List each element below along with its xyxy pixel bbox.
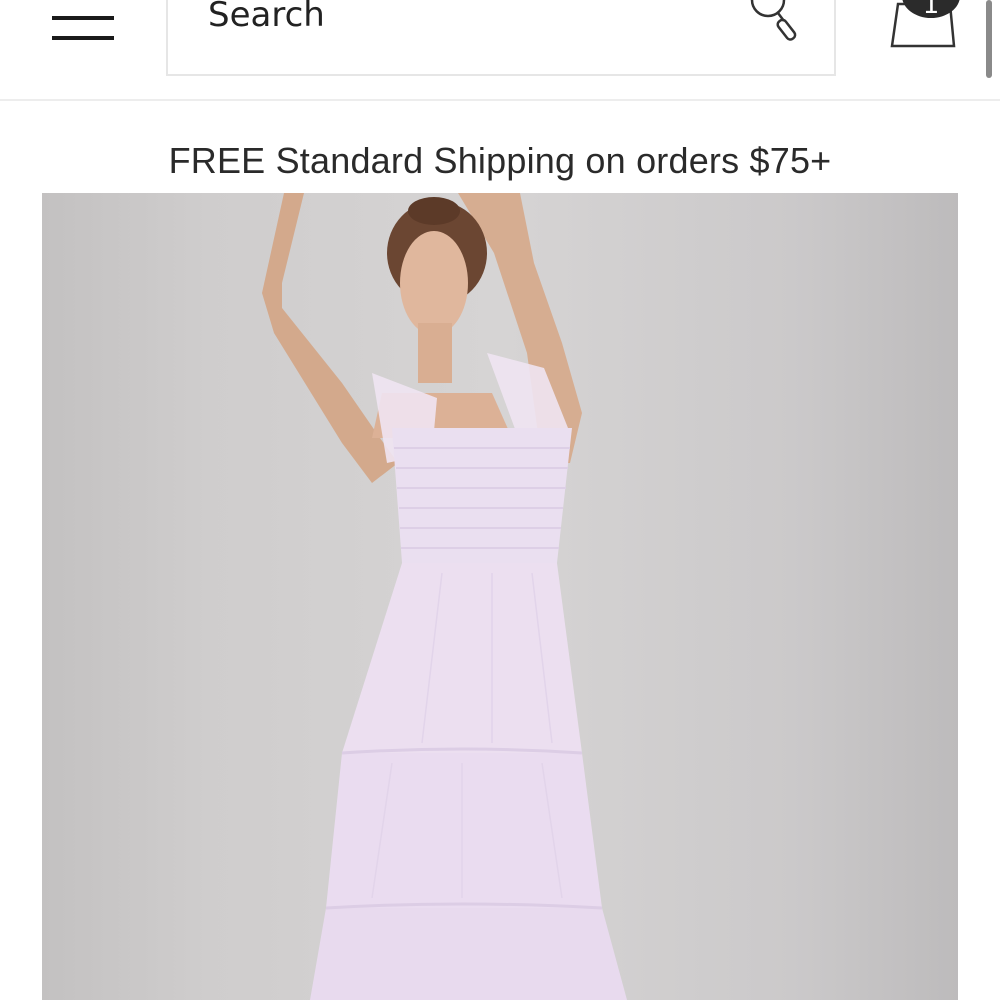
search-placeholder: Search [208, 0, 325, 35]
menu-bar [52, 36, 114, 40]
scrollbar[interactable] [986, 0, 992, 78]
search-input[interactable]: Search [166, 0, 836, 76]
model-dress-illustration [262, 193, 627, 1000]
shipping-promo-banner: FREE Standard Shipping on orders $75+ [168, 140, 832, 181]
product-image[interactable] [42, 193, 958, 1000]
menu-bar [52, 16, 114, 20]
search-icon[interactable] [744, 0, 804, 48]
hamburger-menu-button[interactable] [52, 0, 114, 44]
site-header: Search 1 [0, 0, 1000, 101]
